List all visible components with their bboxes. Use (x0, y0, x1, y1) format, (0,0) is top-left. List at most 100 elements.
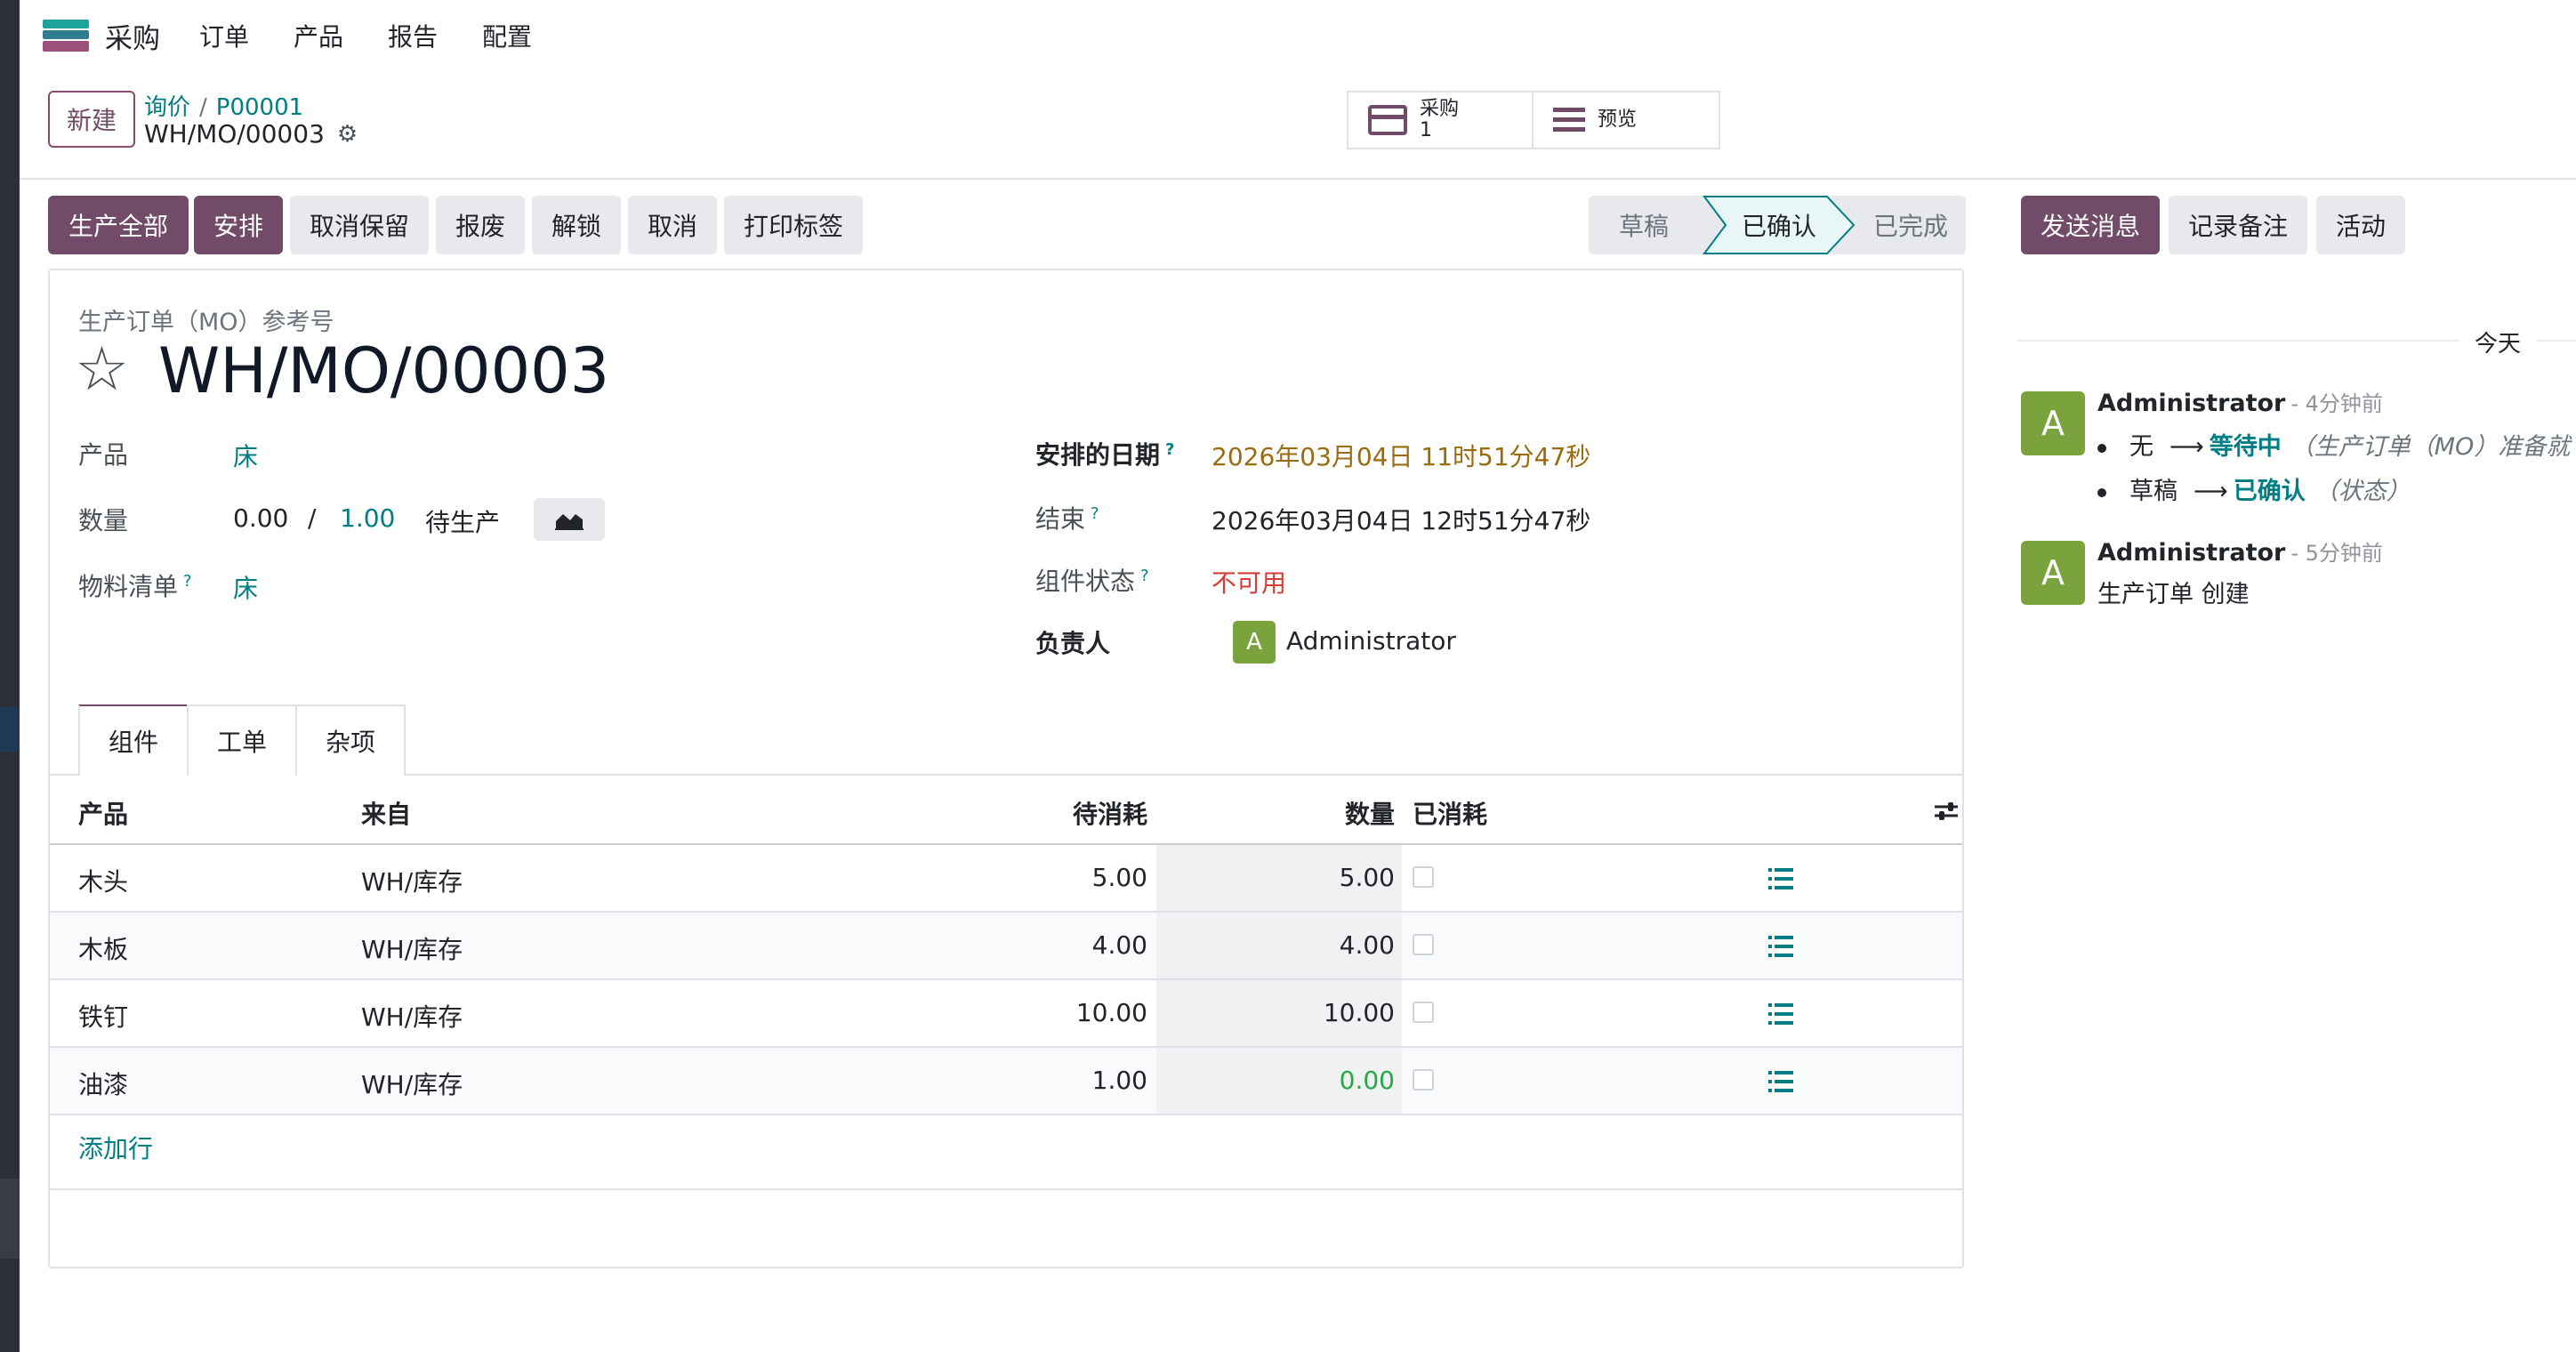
detail-list-icon[interactable] (1768, 868, 1793, 889)
product-value[interactable]: 床 (233, 438, 258, 473)
tracking-new: 等待中 (2209, 433, 2282, 461)
consumed-checkbox[interactable] (1413, 1069, 1434, 1090)
consumed-checkbox[interactable] (1413, 866, 1434, 888)
record-name: WH/MO/00003 (144, 119, 325, 149)
quantity-produced[interactable]: 0.00 (233, 503, 288, 533)
cell-quantity[interactable]: 5.00 (1224, 863, 1395, 892)
forecast-report-button[interactable] (534, 498, 605, 541)
quantity-label: 数量 (78, 506, 129, 535)
date-divider-label: 今天 (2459, 326, 2538, 358)
purchase-smart-label: 采购 (1420, 98, 1460, 120)
unreserve-button[interactable]: 取消保留 (290, 196, 429, 254)
scheduled-date-value[interactable]: 2026年03月04日 11时51分47秒 (1212, 438, 1590, 473)
breadcrumb-rfq[interactable]: 询价 (144, 94, 190, 121)
table-row[interactable]: 铁钉 WH/库存 10.00 10.00 (50, 980, 1962, 1048)
step-draft[interactable]: 草稿 (1619, 196, 1669, 254)
purchase-smart-button[interactable]: 采购 1 (1348, 93, 1534, 148)
cancel-button[interactable]: 取消 (628, 196, 717, 254)
tracking-line: 无 ⟶ 等待中 （生产订单（MO）准备就 (2097, 427, 2570, 462)
produce-all-button[interactable]: 生产全部 (48, 196, 189, 254)
gear-icon[interactable]: ⚙ (337, 121, 358, 148)
cell-quantity[interactable]: 4.00 (1224, 930, 1395, 960)
cell-quantity[interactable]: 10.00 (1224, 998, 1395, 1027)
credit-card-icon (1368, 105, 1407, 135)
status-steps: 草稿 已确认 已完成 (1589, 196, 1966, 254)
notebook-tabs: 组件 工单 杂项 (78, 704, 406, 776)
statusbar: 生产全部 安排 取消保留 报废 解锁 取消 打印标签 草稿 已确认 已完成 (20, 180, 1985, 269)
table-row[interactable]: 油漆 WH/库存 1.00 0.00 (50, 1048, 1962, 1115)
tab-misc[interactable]: 杂项 (295, 704, 406, 776)
arrow-icon: ⟶ (2169, 433, 2204, 461)
message-author[interactable]: Administrator (2097, 390, 2285, 417)
message-time: - 4分钟前 (2290, 391, 2383, 416)
tracking-line: 草稿 ⟶ 已确认 （状态） (2097, 471, 2411, 506)
log-note-button[interactable]: 记录备注 (2169, 196, 2307, 254)
new-button[interactable]: 新建 (48, 91, 135, 148)
consumed-checkbox[interactable] (1413, 1002, 1434, 1023)
breadcrumb-po[interactable]: P00001 (216, 94, 303, 121)
tracking-field: （状态） (2314, 478, 2411, 505)
cell-product: 铁钉 (78, 1002, 129, 1032)
unlock-button[interactable]: 解锁 (532, 196, 621, 254)
menu-orders[interactable]: 订单 (199, 18, 249, 53)
help-icon[interactable]: ? (183, 572, 192, 591)
chatter: 发送消息 记录备注 活动 今天 A Administrator - 4分钟前 无 ⟶… (1985, 180, 2576, 1352)
preview-smart-button[interactable]: 预览 (1534, 93, 1719, 148)
column-header-quantity[interactable]: 数量 (1277, 795, 1395, 831)
cell-product: 木板 (78, 935, 129, 964)
help-icon[interactable]: ? (1140, 567, 1149, 585)
menu-reporting[interactable]: 报告 (388, 18, 438, 53)
smart-buttons: 采购 1 预览 (1347, 91, 1720, 149)
cell-quantity[interactable]: 0.00 (1224, 1066, 1395, 1095)
quantity-status: 待生产 (425, 508, 501, 537)
menu-configuration[interactable]: 配置 (482, 18, 532, 53)
help-icon[interactable]: ? (1091, 504, 1099, 523)
column-header-from[interactable]: 来自 (361, 795, 411, 831)
column-settings-icon[interactable] (1934, 801, 1959, 828)
message-body: 生产订单 创建 (2097, 581, 2250, 608)
avatar[interactable]: A (2021, 391, 2085, 455)
star-icon[interactable]: ☆ (75, 340, 129, 400)
app-name[interactable]: 采购 (105, 16, 160, 56)
cell-from: WH/库存 (361, 935, 463, 964)
step-confirmed[interactable]: 已确认 (1742, 196, 1816, 254)
table-row[interactable]: 木板 WH/库存 4.00 4.00 (50, 913, 1962, 980)
bom-value[interactable]: 床 (233, 569, 258, 605)
scrap-button[interactable]: 报废 (436, 196, 525, 254)
tracking-new: 已确认 (2233, 478, 2306, 505)
message-author[interactable]: Administrator (2097, 539, 2285, 567)
bullet-icon (2097, 443, 2106, 453)
list-icon (1553, 108, 1585, 133)
column-header-to-consume[interactable]: 待消耗 (1028, 795, 1147, 831)
print-labels-button[interactable]: 打印标签 (724, 196, 863, 254)
cell-from: WH/库存 (361, 1002, 463, 1032)
detail-list-icon[interactable] (1768, 1003, 1793, 1025)
plan-button[interactable]: 安排 (194, 196, 283, 254)
menu-products[interactable]: 产品 (294, 18, 343, 53)
bullet-icon (2097, 487, 2106, 497)
help-icon[interactable]: ? (1165, 440, 1174, 459)
column-header-consumed[interactable]: 已消耗 (1413, 795, 1487, 831)
detail-list-icon[interactable] (1768, 1071, 1793, 1092)
activities-button[interactable]: 活动 (2316, 196, 2405, 254)
step-done[interactable]: 已完成 (1873, 196, 1948, 254)
reference-label: 生产订单（MO）参考号 (78, 309, 334, 336)
bom-label: 物料清单? (78, 571, 192, 601)
record-name-row: WH/MO/00003 ⚙ (144, 119, 358, 149)
table-row[interactable]: 木头 WH/库存 5.00 5.00 (50, 845, 1962, 913)
end-date-value[interactable]: 2026年03月04日 12时51分47秒 (1212, 502, 1590, 537)
quantity-total[interactable]: 1.00 (340, 503, 395, 533)
avatar[interactable]: A (2021, 541, 2085, 605)
add-line-link[interactable]: 添加行 (78, 1130, 153, 1165)
detail-list-icon[interactable] (1768, 936, 1793, 957)
component-status-value: 不可用 (1212, 568, 1287, 598)
purchase-app-icon[interactable] (43, 20, 89, 52)
column-header-product[interactable]: 产品 (78, 795, 128, 831)
consumed-checkbox[interactable] (1413, 934, 1434, 955)
scheduled-date-label: 安排的日期? (1035, 439, 1175, 470)
send-message-button[interactable]: 发送消息 (2021, 196, 2160, 254)
cell-to-consume: 5.00 (1091, 863, 1147, 892)
responsible-value[interactable]: Administrator (1286, 626, 1456, 656)
tab-work-orders[interactable]: 工单 (187, 704, 297, 776)
tab-components[interactable]: 组件 (78, 704, 189, 776)
